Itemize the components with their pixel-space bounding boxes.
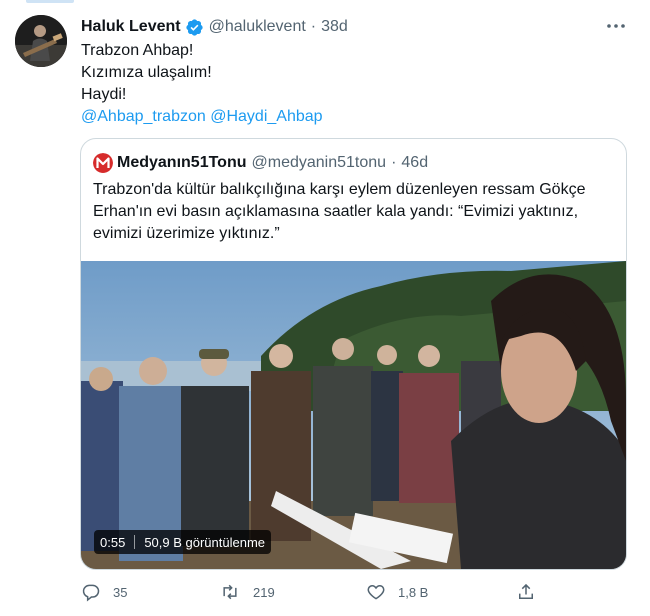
video-info-badge: 0:55 50,9 B görüntülenme bbox=[94, 530, 272, 554]
author-name[interactable]: Haluk Levent bbox=[81, 18, 181, 36]
reply-count: 35 bbox=[113, 584, 128, 600]
verified-badge-icon bbox=[185, 18, 204, 37]
retweet-button[interactable]: 219 bbox=[219, 579, 275, 605]
quoted-tweet-card[interactable]: Medyanın51Tonu @medyanin51tonu · 46d Tra… bbox=[80, 138, 627, 570]
quoted-tweet-header: Medyanın51Tonu @medyanin51tonu · 46d bbox=[93, 152, 428, 174]
mention-link-ahbap-trabzon[interactable]: @Ahbap_trabzon bbox=[81, 108, 206, 125]
quoted-author-handle: @medyanin51tonu bbox=[251, 154, 387, 171]
video-view-count: 50,9 B görüntülenme bbox=[144, 534, 266, 550]
reply-button[interactable]: 35 bbox=[81, 579, 127, 605]
separator-dot: · bbox=[391, 154, 397, 171]
tweet-timestamp[interactable]: 38d bbox=[321, 18, 348, 36]
heart-icon bbox=[367, 584, 385, 600]
retweet-icon bbox=[223, 584, 237, 600]
retweet-count: 219 bbox=[253, 584, 275, 600]
like-count: 1,8 B bbox=[398, 584, 429, 600]
badge-divider bbox=[134, 535, 136, 549]
avatar[interactable] bbox=[15, 15, 67, 67]
top-accent-bar bbox=[26, 0, 74, 3]
quoted-author-name: Medyanın51Tonu bbox=[117, 154, 247, 171]
mentions-line: @Ahbap_trabzon @Haydi_Ahbap bbox=[81, 106, 323, 128]
video-player[interactable]: 0:55 50,9 B görüntülenme bbox=[81, 261, 626, 569]
reply-icon bbox=[82, 584, 100, 602]
avatar-image bbox=[15, 15, 67, 67]
medyanin51tonu-logo-icon bbox=[93, 153, 113, 173]
tweet-text: Trabzon Ahbap! Kızımıza ulaşalım! Haydi!… bbox=[81, 40, 323, 128]
tweet-action-bar: 35 219 1,8 B bbox=[0, 579, 650, 605]
share-icon bbox=[519, 583, 533, 599]
tweet-line: Kızımıza ulaşalım! bbox=[81, 64, 212, 81]
share-button[interactable] bbox=[516, 579, 548, 605]
mention-link-haydi-ahbap[interactable]: @Haydi_Ahbap bbox=[210, 108, 322, 125]
video-thumbnail bbox=[81, 261, 626, 569]
quoted-timestamp: 46d bbox=[401, 154, 429, 171]
quoted-tweet-text: Trabzon'da kültür balıkçılığına karşı ey… bbox=[93, 181, 586, 242]
tweet-header: Haluk Levent @haluklevent · 38d bbox=[81, 16, 348, 38]
separator-dot: · bbox=[310, 18, 317, 35]
tweet-line: Trabzon Ahbap! bbox=[81, 42, 194, 59]
author-handle[interactable]: @haluklevent bbox=[209, 18, 306, 36]
tweet-line: Haydi! bbox=[81, 86, 127, 103]
more-options-icon[interactable] bbox=[604, 16, 628, 36]
like-button[interactable]: 1,8 B bbox=[366, 579, 428, 605]
video-duration: 0:55 bbox=[100, 534, 126, 550]
